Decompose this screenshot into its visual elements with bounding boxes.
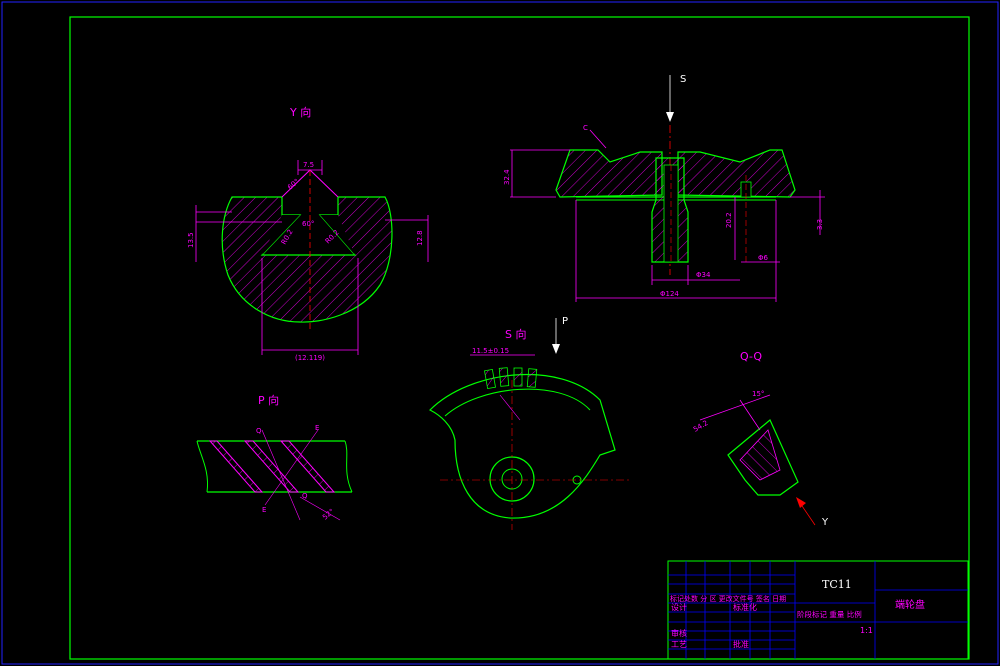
top-dim-v1: 20.2: [725, 212, 733, 228]
outer-frame: [1, 1, 999, 665]
top-dim-d1: Φ34: [696, 271, 711, 279]
p-view-grooves: [208, 440, 336, 493]
scale-value: 1:1: [860, 626, 873, 635]
y-cut-label: Y: [821, 517, 829, 528]
leader-e2: E: [262, 506, 266, 514]
leader-e1: E: [315, 424, 319, 432]
leader-q1: Q: [256, 427, 262, 435]
leader-c: C: [583, 124, 588, 132]
tb-review: 审核: [671, 628, 687, 638]
qq-dim-r: 54.2: [692, 419, 710, 434]
y-view-body: [221, 196, 393, 323]
title-block: TC11 端轮盘 1:1 标记处数 分 区 更改文件号 签名 日期 设计 标准化…: [667, 560, 969, 660]
y-dim-ang1: 60°: [302, 220, 314, 228]
y-dim-top: 7.5: [303, 161, 314, 169]
top-dim-d3: Φ124: [660, 290, 679, 298]
y-dim-right: 12.8: [416, 230, 424, 246]
part-name: 端轮盘: [895, 598, 925, 611]
tb-stage-header: 阶段标记 重量 比例: [797, 609, 862, 619]
s-view: S 向 P 11.5±0.15: [428, 316, 630, 530]
p-dim-angle: 52°: [321, 507, 336, 521]
tb-design: 设计: [671, 602, 687, 612]
p-view-label: P 向: [258, 393, 279, 407]
section-view: S 32.4 Φ124 Φ34 Φ6 20.2 3.3 C: [503, 74, 825, 302]
s-view-slots: [484, 367, 538, 390]
part-number: TC11: [822, 578, 852, 591]
qq-dim-angle: 15°: [752, 390, 764, 398]
s-view-body: [428, 374, 616, 519]
top-dim-v2: 3.3: [816, 219, 824, 230]
tb-std: 标准化: [733, 602, 757, 612]
tb-approve: 批准: [733, 639, 749, 649]
qq-section: Q-Q 15° 54.2 Y: [692, 350, 829, 528]
s-cut-label: S: [680, 74, 686, 85]
qq-label: Q-Q: [740, 350, 762, 363]
section-disk-right: [677, 149, 796, 198]
top-dim-h: 32.4: [503, 169, 511, 185]
y-dim-bottom: (12.119): [295, 354, 325, 362]
tb-process: 工艺: [671, 640, 687, 649]
p-view: P 向 Q E E Q 52°: [196, 393, 353, 522]
cad-drawing: Y 向 7.5 13.5 12.8 (12.119) 60° 60° R0.2 …: [1, 1, 999, 665]
s-dim-top: 11.5±0.15: [472, 347, 509, 355]
p-cut-label: P: [562, 316, 568, 327]
s-view-label: S 向: [505, 327, 526, 341]
top-dim-d2: Φ6: [758, 254, 769, 262]
y-view-label: Y 向: [289, 105, 311, 119]
rev-header: 标记处数 分 区 更改文件号 签名 日期: [670, 594, 786, 603]
y-view: Y 向 7.5 13.5 12.8 (12.119) 60° 60° R0.2 …: [187, 105, 429, 362]
y-dim-ang2: 60°: [286, 177, 301, 191]
y-dim-left: 13.5: [187, 232, 195, 248]
section-disk: [555, 149, 663, 198]
leader-q2: Q: [302, 492, 308, 500]
